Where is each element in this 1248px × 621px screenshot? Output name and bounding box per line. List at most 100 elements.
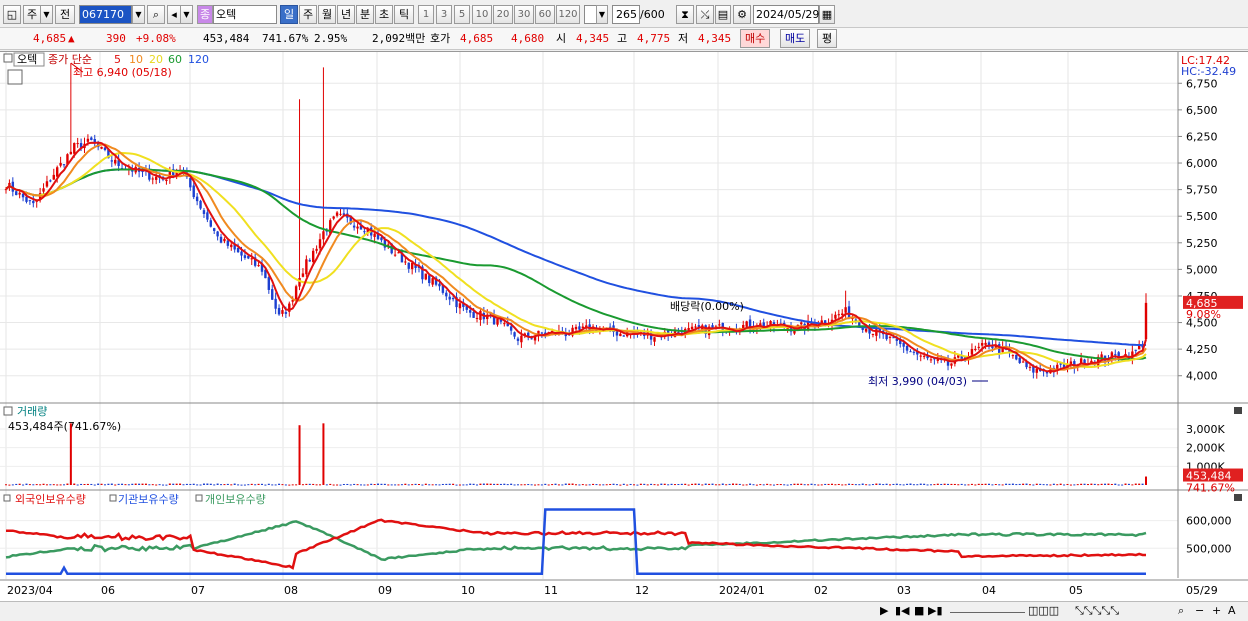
calendar-icon[interactable]: ▦ — [819, 5, 835, 24]
interval-5[interactable]: 5 — [454, 5, 470, 24]
volume-pane-menu-icon[interactable] — [3, 406, 13, 416]
volume-tick-label: 2,000K — [1186, 442, 1225, 455]
chart-area[interactable]: 오텍 종가 단순 5 10 20 60 120 LC:17.42 HC:-32.… — [0, 51, 1248, 601]
candle-body — [404, 261, 407, 263]
volume-bar — [240, 484, 243, 486]
volume-bar — [1049, 484, 1052, 486]
layout-icon[interactable]: ◫◫◫ — [1028, 604, 1059, 618]
sound-dropdown-icon[interactable]: ▼ — [181, 5, 193, 24]
chart-type-icon[interactable]: ◱ — [3, 5, 21, 24]
candle-body — [103, 147, 107, 151]
period-second[interactable]: 초 — [375, 5, 393, 24]
volume-bar — [633, 484, 636, 486]
date-input[interactable]: 2024/05/29 — [753, 5, 819, 24]
candle-body — [912, 351, 916, 353]
volume-bar — [274, 484, 277, 486]
interval-3[interactable]: 3 — [436, 5, 452, 24]
zoom-out-icon[interactable]: − — [1195, 604, 1204, 618]
interval-60[interactable]: 60 — [535, 5, 555, 24]
interval-20[interactable]: 20 — [493, 5, 513, 24]
pane-menu-icon[interactable] — [3, 53, 13, 63]
volume-bar — [1005, 483, 1008, 485]
interval-dropdown-icon[interactable]: ▼ — [596, 5, 608, 24]
volume-bar — [1145, 476, 1147, 485]
holdings-pane-close-icon[interactable] — [1234, 494, 1242, 501]
candle-body — [516, 338, 520, 341]
scroll-last-icon[interactable]: ▶▮ — [928, 604, 943, 618]
volume-bar — [162, 484, 165, 486]
volume-bar — [121, 483, 124, 485]
zoom-in-icon[interactable]: + — [1212, 604, 1221, 618]
stock-name-field[interactable]: 오텍 — [213, 5, 277, 24]
volume-bar — [629, 483, 632, 485]
volume-bar — [56, 484, 59, 486]
volume-bar — [1121, 484, 1124, 486]
volume-bar — [390, 484, 393, 486]
sound-icon[interactable]: ◂ — [167, 5, 181, 24]
volume-bar — [1039, 483, 1042, 485]
tools-icon[interactable]: ⤡⤡⤡⤡⤡ — [1075, 604, 1119, 618]
period-day[interactable]: 일 — [280, 5, 298, 24]
low-price: 4,345 — [698, 32, 732, 45]
stock-code-input[interactable]: 067170 — [79, 5, 132, 24]
zoom-slider[interactable] — [950, 612, 1025, 613]
interval-1[interactable]: 1 — [418, 5, 434, 24]
compare-icon[interactable]: ⤯ — [696, 5, 714, 24]
scroll-first-icon[interactable]: ▮◀ — [895, 604, 910, 618]
candle-body — [114, 159, 117, 164]
holdings-tick-label: 600,000 — [1186, 515, 1232, 528]
volume-bar — [728, 483, 731, 485]
price-tick-label: 4,000 — [1186, 370, 1218, 383]
volume-bar — [994, 484, 997, 486]
search-small-icon[interactable]: ⌕ — [1178, 604, 1184, 618]
candle-body — [841, 313, 844, 315]
candle-body — [28, 200, 32, 202]
price-change: 390 — [106, 32, 126, 45]
volume-bar — [83, 483, 86, 485]
volume-bar — [1138, 483, 1141, 485]
volume-bar — [1086, 484, 1089, 486]
volume-bar — [315, 484, 318, 486]
volume-bar — [871, 484, 874, 486]
auto-icon[interactable]: A — [1228, 604, 1236, 618]
volume-bar — [902, 484, 905, 486]
period-year[interactable]: 년 — [337, 5, 355, 24]
market-button[interactable]: 주 — [23, 5, 41, 24]
count-input[interactable]: 265 — [612, 5, 640, 24]
volume-bar — [718, 484, 721, 486]
scroll-right-icon[interactable]: ▶ — [880, 604, 888, 618]
stop-icon[interactable]: ■ — [914, 604, 924, 618]
ma-legend-label: 종가 단순 — [48, 53, 92, 66]
gear-icon[interactable]: ⚙ — [733, 5, 751, 24]
volume-bar — [817, 484, 820, 486]
interval-30[interactable]: 30 — [514, 5, 534, 24]
prev-button[interactable]: 전 — [55, 5, 75, 24]
balance-button[interactable]: 평 — [817, 29, 838, 48]
period-week[interactable]: 주 — [299, 5, 317, 24]
volume-bar — [882, 484, 885, 486]
period-month[interactable]: 월 — [318, 5, 336, 24]
code-dropdown-icon[interactable]: ▼ — [132, 5, 145, 24]
search-icon[interactable]: ⌕ — [147, 5, 165, 24]
volume-bar — [441, 483, 444, 485]
holdings-pane-menu-icon[interactable] — [3, 494, 11, 502]
volume-pane-close-icon[interactable] — [1234, 407, 1242, 414]
market-dropdown-icon[interactable]: ▼ — [41, 5, 53, 24]
sell-button[interactable]: 매도 — [780, 29, 811, 48]
calculator-icon[interactable] — [7, 69, 23, 85]
interval-120[interactable]: 120 — [556, 5, 580, 24]
volume-bar — [1080, 483, 1083, 485]
buy-button[interactable]: 매수 — [740, 29, 771, 48]
interval-10[interactable]: 10 — [472, 5, 492, 24]
volume-bar — [1001, 484, 1004, 486]
inst-legend: 기관보유수량 — [118, 493, 179, 506]
period-tick[interactable]: 틱 — [394, 5, 414, 24]
candle-icon[interactable]: ⧗ — [676, 5, 694, 24]
volume-bar — [476, 484, 479, 486]
volume-bar — [639, 483, 642, 485]
period-minute[interactable]: 분 — [356, 5, 374, 24]
save-icon[interactable]: ▤ — [715, 5, 731, 24]
candle-body — [445, 292, 448, 297]
candle-body — [1035, 368, 1038, 373]
chart-svg[interactable]: 오텍 종가 단순 5 10 20 60 120 LC:17.42 HC:-32.… — [0, 52, 1248, 602]
